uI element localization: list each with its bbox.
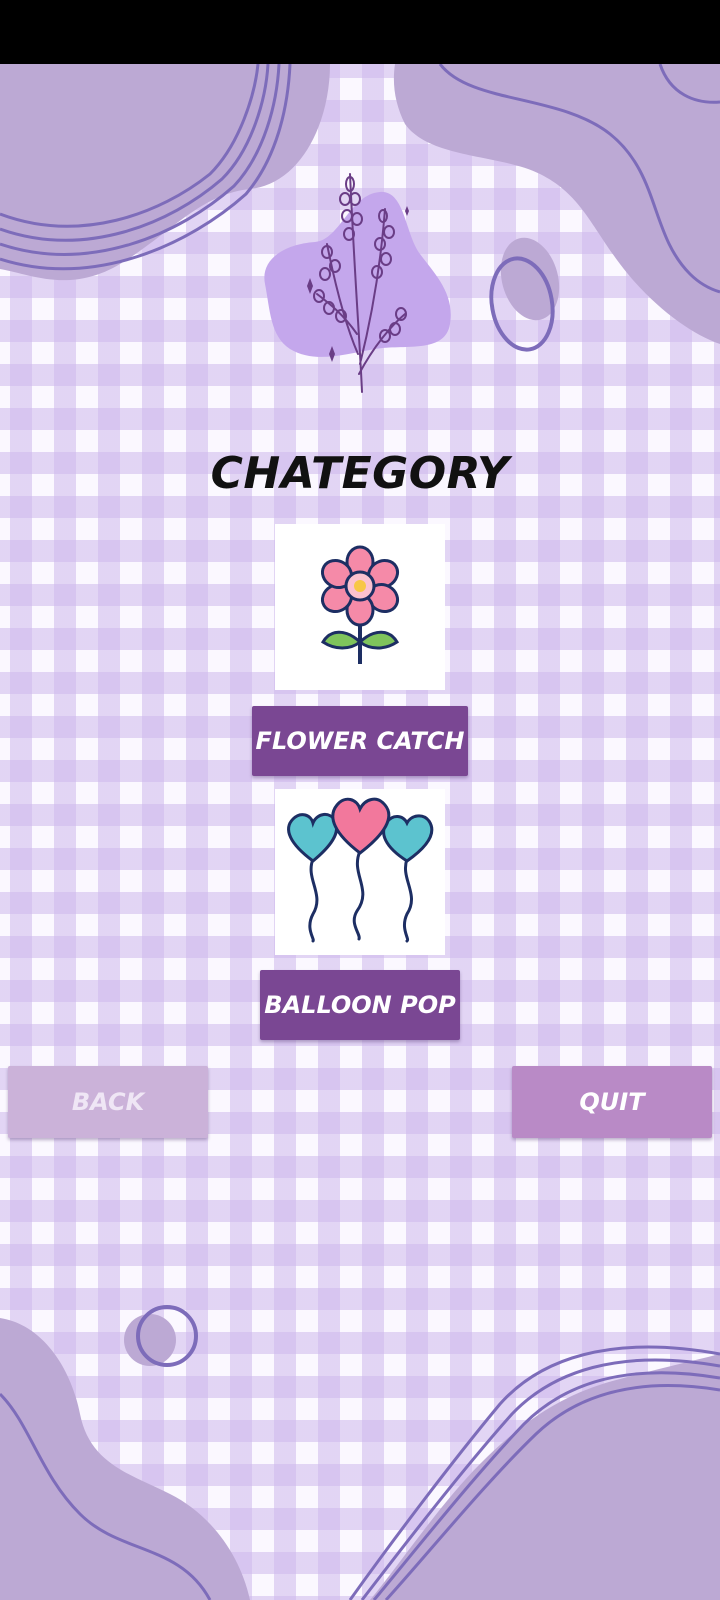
flower-catch-button[interactable]: FLOWER CATCH	[252, 706, 468, 776]
quit-button[interactable]: QUIT	[512, 1066, 712, 1138]
page-title: CHATEGORY	[210, 448, 510, 499]
heart-balloons-icon	[287, 797, 434, 943]
balloon-pop-button[interactable]: BALLOON POP	[260, 970, 460, 1040]
status-bar	[0, 0, 720, 64]
balloon-pop-card[interactable]	[275, 789, 445, 955]
flower-icon	[320, 545, 400, 664]
lavender-sprig-icon	[264, 173, 451, 393]
back-button[interactable]: BACK	[8, 1066, 208, 1138]
category-screen: CHATEGORY FLOWER CATCH BALLOON POP BACK …	[0, 64, 720, 1600]
flower-catch-card[interactable]	[275, 524, 445, 690]
